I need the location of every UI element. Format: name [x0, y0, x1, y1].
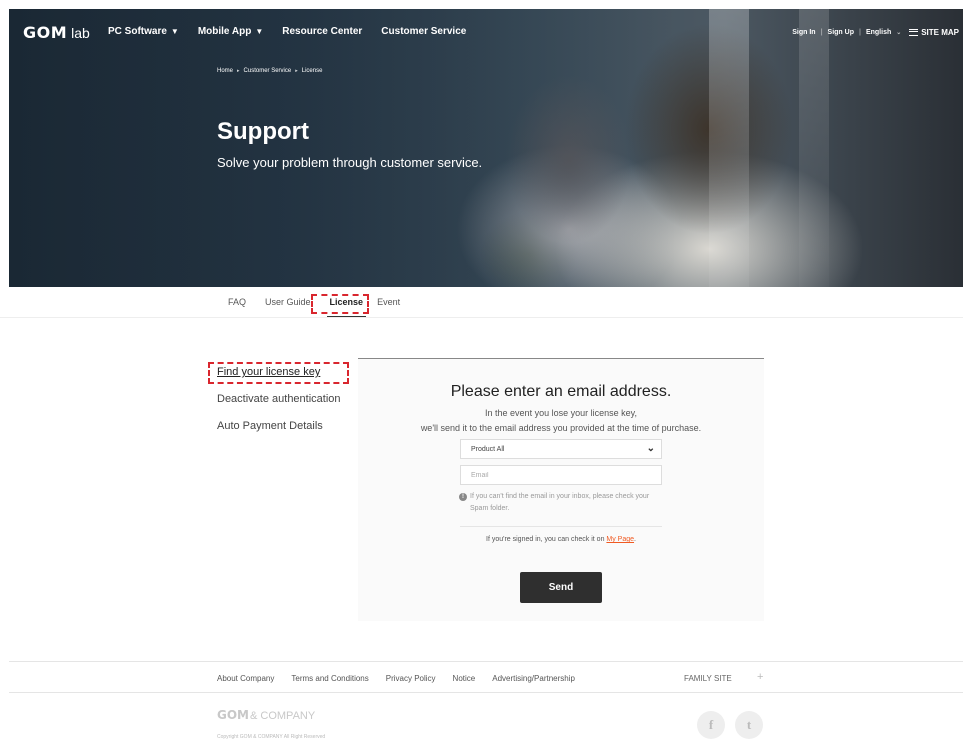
email-field[interactable] — [460, 465, 662, 485]
facebook-icon[interactable]: f — [697, 711, 725, 739]
side-item-find-license-key[interactable]: Find your license key — [217, 366, 341, 393]
menu-label: Customer Service — [381, 26, 467, 37]
menu-label: Mobile App — [197, 26, 252, 37]
chevron-down-icon: ⌄ — [646, 443, 655, 454]
top-navigation: GOM lab PC Software ▼ Mobile App ▼ Resou… — [9, 9, 963, 55]
site-map-button[interactable]: SITE MAP — [909, 28, 959, 37]
footer-logo-suffix: & COMPANY — [250, 710, 316, 722]
side-item-deactivate-authentication[interactable]: Deactivate authentication — [217, 393, 341, 420]
chevron-down-icon: ▼ — [170, 27, 179, 36]
chevron-right-icon: ▸ — [237, 68, 240, 74]
breadcrumb-home[interactable]: Home — [217, 68, 233, 74]
copyright-text: Copyright GOM & COMPANY All Right Reserv… — [217, 734, 326, 740]
spam-notice: ! If you can't find the email in your in… — [459, 491, 665, 515]
send-button[interactable]: Send — [520, 572, 602, 603]
footer-link-terms[interactable]: Terms and Conditions — [291, 674, 368, 683]
logo-text: GOM — [23, 23, 68, 42]
spam-notice-text: If you can't find the email in your inbo… — [470, 493, 650, 512]
twitter-icon[interactable]: t — [735, 711, 763, 739]
menu-mobile-app[interactable]: Mobile App ▼ — [198, 26, 263, 37]
product-select[interactable]: Product All ⌄ — [460, 439, 662, 459]
chevron-right-icon: ▸ — [295, 68, 298, 74]
gom-lab-logo[interactable]: GOM lab — [23, 23, 90, 42]
footer-link-advertising[interactable]: Advertising/Partnership — [492, 674, 575, 683]
footer-link-privacy[interactable]: Privacy Policy — [386, 674, 436, 683]
breadcrumb-license[interactable]: License — [302, 68, 323, 74]
form-description: In the event you lose your license key, … — [358, 406, 764, 436]
mypage-hint: If you're signed in, you can check it on… — [358, 536, 764, 543]
hamburger-icon — [909, 29, 919, 36]
plus-icon[interactable]: + — [757, 671, 763, 683]
footer-logo-text: GOM — [217, 708, 249, 722]
support-subnav: FAQ User Guide License Event — [0, 288, 963, 318]
family-site-label[interactable]: FAMILY SITE — [684, 674, 732, 683]
language-label: English — [865, 29, 892, 36]
side-item-auto-payment-details[interactable]: Auto Payment Details — [217, 420, 341, 447]
tab-faq[interactable]: FAQ — [228, 297, 246, 307]
separator: | — [858, 29, 861, 36]
mypage-hint-text: If you're signed in, you can check it on — [486, 536, 607, 543]
form-heading: Please enter an email address. — [450, 383, 672, 400]
form-description-line: we'll send it to the email address you p… — [420, 423, 702, 433]
menu-pc-software[interactable]: PC Software ▼ — [108, 26, 179, 37]
subnav-tabs: FAQ User Guide License Event — [228, 297, 419, 317]
product-select-value: Product All — [471, 446, 505, 453]
tab-license[interactable]: License — [326, 297, 366, 317]
logo-suffix: lab — [71, 25, 90, 41]
tab-user-guide[interactable]: User Guide — [265, 297, 311, 307]
hero-banner: GOM lab PC Software ▼ Mobile App ▼ Resou… — [9, 9, 963, 287]
tab-event[interactable]: Event — [377, 297, 400, 307]
gom-company-logo: GOM & COMPANY — [217, 708, 315, 722]
sign-in-link[interactable]: Sign In — [792, 29, 815, 36]
menu-resource-center[interactable]: Resource Center — [282, 26, 362, 37]
menu-customer-service[interactable]: Customer Service — [381, 26, 466, 37]
footer-link-notice[interactable]: Notice — [453, 674, 476, 683]
menu-label: PC Software — [108, 26, 167, 37]
main-menu: PC Software ▼ Mobile App ▼ Resource Cent… — [108, 26, 485, 37]
license-side-menu: Find your license key Deactivate authent… — [217, 366, 341, 447]
form-divider — [460, 526, 662, 527]
site-map-label: SITE MAP — [921, 28, 959, 37]
utility-navigation: Sign In | Sign Up | English ⌄ SITE MAP — [792, 28, 959, 37]
info-icon: ! — [459, 493, 467, 501]
breadcrumb: Home ▸ Customer Service ▸ License — [217, 68, 322, 74]
license-key-form: Please enter an email address. In the ev… — [358, 358, 764, 621]
footer-link-about-company[interactable]: About Company — [217, 674, 274, 683]
form-description-line: In the event you lose your license key, — [485, 408, 637, 418]
chevron-down-icon: ⌄ — [896, 30, 902, 36]
page-subtitle: Solve your problem through customer serv… — [217, 155, 483, 170]
chevron-down-icon: ▼ — [255, 27, 264, 36]
footer-links: About Company Terms and Conditions Priva… — [217, 674, 592, 683]
my-page-link[interactable]: My Page — [606, 536, 634, 543]
mypage-hint-suffix: . — [634, 536, 636, 543]
breadcrumb-customer-service[interactable]: Customer Service — [244, 68, 292, 74]
language-selector[interactable]: English ⌄ — [866, 29, 901, 36]
separator: | — [820, 29, 823, 36]
page-title: Support — [217, 118, 309, 145]
sign-up-link[interactable]: Sign Up — [828, 29, 854, 36]
footer-links-bar: About Company Terms and Conditions Priva… — [9, 661, 963, 693]
menu-label: Resource Center — [282, 26, 363, 37]
